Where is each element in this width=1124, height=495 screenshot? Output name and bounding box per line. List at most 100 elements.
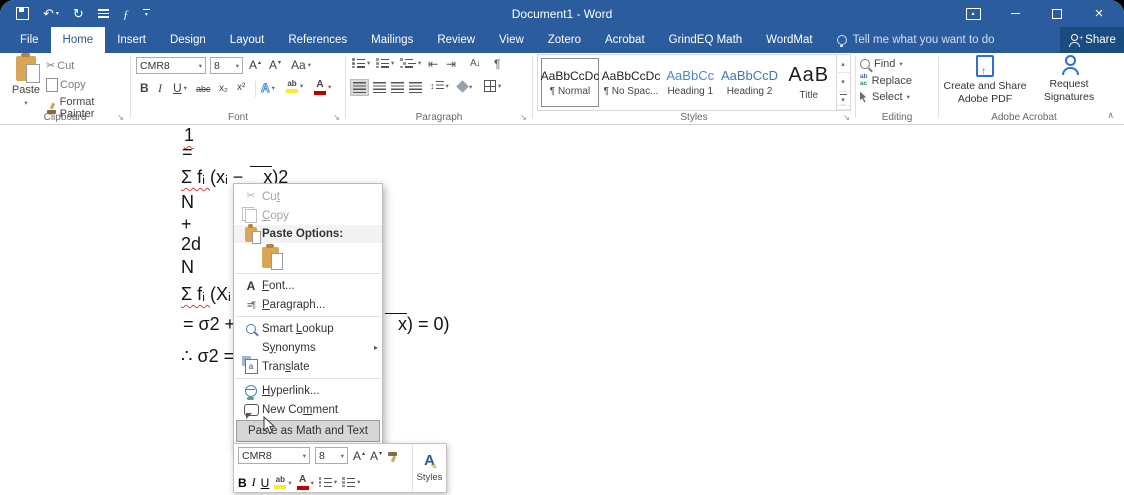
style-no-spacing[interactable]: AaBbCcDc ¶ No Spac... xyxy=(602,58,661,107)
shrink-font-button[interactable]: A ▾ xyxy=(269,58,281,72)
styles-dialog-launcher[interactable]: ↘ xyxy=(843,114,850,122)
tab-acrobat[interactable]: Acrobat xyxy=(593,27,657,53)
mini-font-name-combo[interactable]: CMR8 ▾ xyxy=(238,447,310,464)
tab-layout[interactable]: Layout xyxy=(218,27,277,53)
tab-references[interactable]: References xyxy=(276,27,359,53)
tab-review[interactable]: Review xyxy=(425,27,487,53)
tell-me-box[interactable]: Tell me what you want to do xyxy=(825,27,1007,53)
paste-button[interactable]: Paste ▾ xyxy=(8,53,44,107)
document-canvas[interactable]: 1 = Σ fᵢ (xᵢ − x)2 N + 2d N Σ fᵢ (Xᵢ − =… xyxy=(0,125,1124,495)
tab-grindeq-math[interactable]: GrindEQ Math xyxy=(657,27,755,53)
tab-mailings[interactable]: Mailings xyxy=(359,27,425,53)
collapse-ribbon-button[interactable]: ∧ xyxy=(1107,110,1114,121)
line-spacing-button[interactable]: ↕ ▾ xyxy=(430,81,449,91)
align-left-button[interactable] xyxy=(350,79,369,96)
italic-button[interactable]: I xyxy=(158,81,162,96)
tab-home[interactable]: Home xyxy=(50,27,106,53)
styles-scroll-down-button[interactable]: ▾ xyxy=(836,73,850,92)
mini-styles-button[interactable]: A ✎ Styles xyxy=(412,444,446,492)
menu-item-smart-lookup[interactable]: Smart Lookup xyxy=(234,319,382,338)
minimize-button[interactable] xyxy=(994,0,1036,27)
close-button[interactable]: × xyxy=(1078,0,1120,27)
save-button[interactable] xyxy=(16,7,29,20)
wordmat-addin-button[interactable]: ƒ xyxy=(123,8,129,20)
mini-bullets-button[interactable]: ▾ xyxy=(318,477,337,488)
font-name-combo[interactable]: CMR8 ▾ xyxy=(136,57,206,74)
tab-file[interactable]: File xyxy=(8,27,51,53)
show-hide-pilcrow-button[interactable]: ¶ xyxy=(494,57,500,71)
style-heading2[interactable]: AaBbCcD Heading 2 xyxy=(721,58,779,107)
paste-option-keep-source[interactable] xyxy=(234,243,382,271)
style-normal[interactable]: AaBbCcDc ¶ Normal xyxy=(541,58,599,107)
mini-grow-font-button[interactable]: A ▴ xyxy=(353,449,365,463)
tab-zotero[interactable]: Zotero xyxy=(536,27,593,53)
tab-wordmat[interactable]: WordMat xyxy=(754,27,824,53)
customize-qat-button[interactable]: ▾ xyxy=(142,8,150,18)
text-effects-button[interactable]: A ▾ xyxy=(261,81,275,96)
grow-font-button[interactable]: A ▴ xyxy=(249,58,261,72)
sort-button[interactable]: A↓ xyxy=(470,58,481,69)
menu-item-copy[interactable]: Copy xyxy=(234,206,382,225)
style-heading1[interactable]: AaBbCc Heading 1 xyxy=(663,58,718,107)
menu-item-font[interactable]: A Font... xyxy=(234,276,382,295)
menu-item-cut[interactable]: ✂ Cut xyxy=(234,187,382,206)
copy-button[interactable]: Copy xyxy=(43,76,86,92)
mini-bold-button[interactable]: B xyxy=(238,476,247,490)
underline-button[interactable]: U ▾ xyxy=(173,81,187,95)
share-button[interactable]: + Share xyxy=(1060,27,1124,53)
cut-button[interactable]: ✂ Cut xyxy=(46,60,74,72)
shading-button[interactable]: ▾ xyxy=(456,80,472,93)
mini-underline-button[interactable]: U xyxy=(261,476,270,490)
increase-indent-button[interactable]: ⇥ xyxy=(446,57,456,71)
borders-button[interactable]: ▾ xyxy=(484,80,501,92)
redo-button[interactable]: ↻ xyxy=(73,7,84,20)
restore-button[interactable] xyxy=(1036,0,1078,27)
mini-highlight-button[interactable]: ab ▾ xyxy=(274,476,292,489)
styles-more-button[interactable]: ▾ xyxy=(836,92,850,110)
create-share-pdf-button[interactable]: ↑ Create and Share Adobe PDF xyxy=(941,55,1029,106)
request-signatures-button[interactable]: Request Signatures xyxy=(1035,55,1103,104)
tab-view[interactable]: View xyxy=(487,27,536,53)
text-highlight-button[interactable]: ab ▾ xyxy=(286,80,303,93)
mini-shrink-font-button[interactable]: A ▾ xyxy=(370,449,382,463)
grindeq-addin-button[interactable] xyxy=(97,9,109,18)
bullets-button[interactable]: ▾ xyxy=(352,58,370,69)
menu-item-synonyms[interactable]: Synonyms ▸ xyxy=(234,338,382,357)
font-color-button[interactable]: A ▾ xyxy=(314,80,331,95)
justify-button[interactable] xyxy=(409,82,422,93)
change-case-button[interactable]: Aa ▾ xyxy=(291,58,311,72)
font-dialog-launcher[interactable]: ↘ xyxy=(333,114,340,122)
replace-label: Replace xyxy=(871,74,912,87)
bold-button[interactable]: B xyxy=(140,81,149,95)
tab-design[interactable]: Design xyxy=(158,27,218,53)
numbering-button[interactable]: ▾ xyxy=(376,58,394,69)
align-right-button[interactable] xyxy=(391,82,404,93)
subscript-button[interactable]: x₂ xyxy=(219,83,228,94)
paragraph-dialog-launcher[interactable]: ↘ xyxy=(520,114,527,122)
menu-item-hyperlink[interactable]: Hyperlink... xyxy=(234,381,382,400)
undo-button[interactable]: ↶ ▾ xyxy=(43,7,59,20)
find-button[interactable]: Find ▾ xyxy=(860,58,938,70)
font-size-combo[interactable]: 8 ▾ xyxy=(210,57,243,74)
styles-scroll-up-button[interactable]: ▴ xyxy=(836,55,850,74)
mini-font-size-combo[interactable]: 8 ▾ xyxy=(315,447,348,464)
mini-italic-button[interactable]: I xyxy=(252,475,256,490)
decrease-indent-button[interactable]: ⇤ xyxy=(428,57,438,71)
strikethrough-button[interactable]: abc xyxy=(196,84,211,94)
chevron-down-icon: ▾ xyxy=(340,452,344,460)
replace-button[interactable]: ab ac Replace xyxy=(860,73,938,87)
mini-numbering-button[interactable]: ▾ xyxy=(342,477,360,488)
clipboard-dialog-launcher[interactable]: ↘ xyxy=(117,114,124,122)
menu-item-translate[interactable]: a Translate xyxy=(234,356,382,376)
superscript-button[interactable]: x² xyxy=(237,82,245,93)
menu-item-paste-as-math-and-text[interactable]: Paste as Math and Text xyxy=(236,420,380,442)
mini-font-color-button[interactable]: A ▾ xyxy=(296,475,314,490)
select-button[interactable]: Select ▾ xyxy=(860,91,938,103)
tab-insert[interactable]: Insert xyxy=(105,27,158,53)
multilevel-list-button[interactable]: ▾ xyxy=(400,58,421,69)
menu-item-paragraph[interactable]: ≡¶ Paragraph... xyxy=(234,295,382,314)
style-title[interactable]: AaB Title xyxy=(782,58,837,107)
menu-item-new-comment[interactable]: New Comment xyxy=(234,400,382,419)
ribbon-display-options-button[interactable]: ▴ xyxy=(952,0,994,27)
align-center-button[interactable] xyxy=(373,82,386,93)
